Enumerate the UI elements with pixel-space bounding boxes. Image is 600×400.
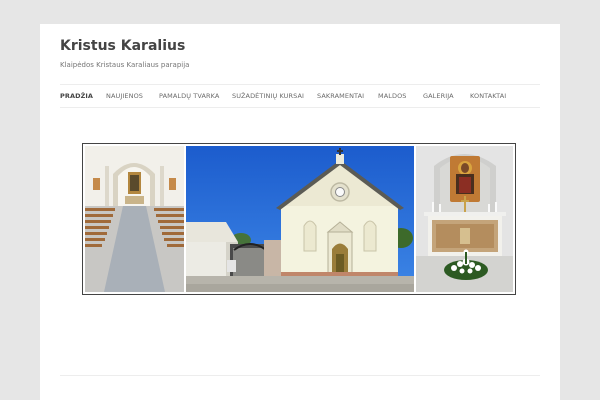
nav-item-suzadetiniu-kursai[interactable]: SUŽADĖTINIŲ KURSAI xyxy=(232,92,304,100)
nav-item-galerija[interactable]: GALERIJA xyxy=(423,92,454,100)
nav-item-maldos[interactable]: MALDOS xyxy=(378,92,407,100)
interior-nave-photo xyxy=(85,146,184,292)
nav-item-kontaktai[interactable]: KONTAKTAI xyxy=(470,92,506,100)
content-divider xyxy=(60,375,540,376)
main-navigation: PRADŽIA NAUJIENOS PAMALDŲ TVARKA SUŽADĖT… xyxy=(60,84,540,108)
nav-item-pamaldu-tvarka[interactable]: PAMALDŲ TVARKA xyxy=(159,92,219,100)
nav-item-sakramentai[interactable]: SAKRAMENTAI xyxy=(317,92,364,100)
header-banner xyxy=(82,143,516,295)
nav-item-pradzia[interactable]: PRADŽIA xyxy=(60,92,93,100)
altar-photo xyxy=(416,146,513,292)
nav-item-naujienos[interactable]: NAUJIENOS xyxy=(106,92,143,100)
church-exterior-photo xyxy=(186,146,414,292)
page-container: Kristus Karalius Klaipėdos Kristaus Kara… xyxy=(40,24,560,400)
site-description: Klaipėdos Kristaus Karaliaus parapija xyxy=(60,61,190,69)
site-title[interactable]: Kristus Karalius xyxy=(60,38,185,54)
